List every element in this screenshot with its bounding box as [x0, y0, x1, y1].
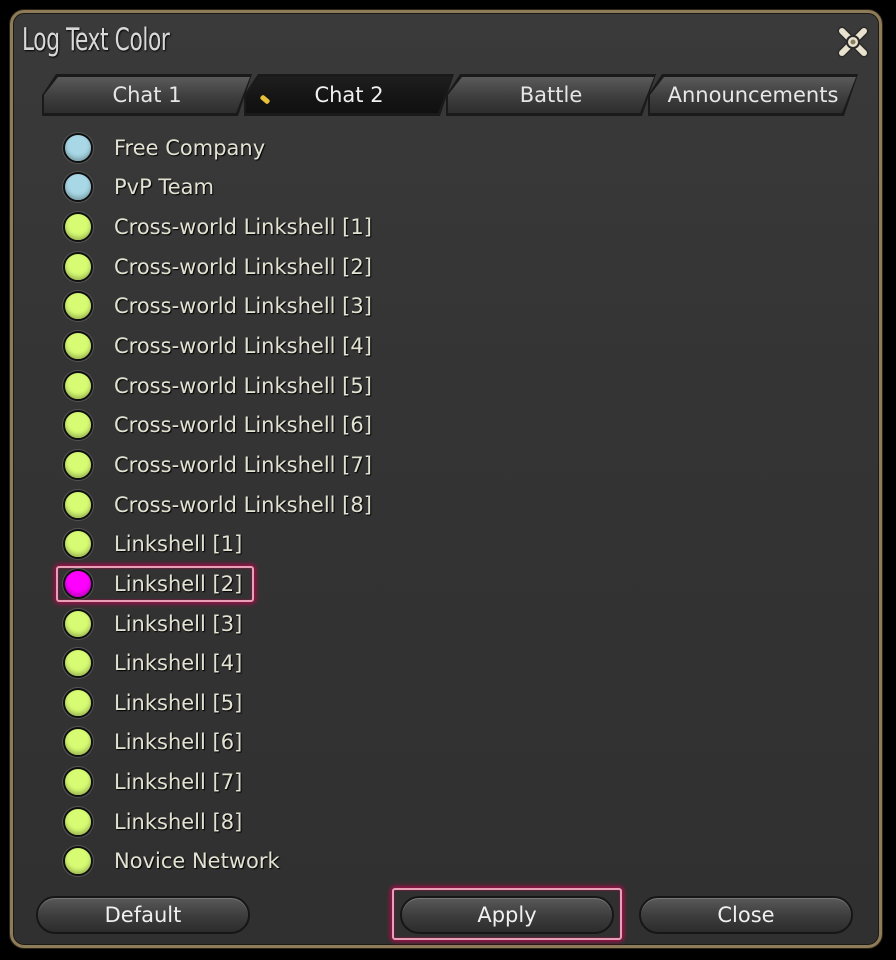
channel-row[interactable]: Cross-world Linkshell [2] — [56, 247, 756, 287]
color-swatch-icon[interactable] — [63, 370, 93, 401]
close-button-label: Close — [717, 903, 775, 927]
channel-row[interactable]: Cross-world Linkshell [3] — [56, 287, 756, 327]
channel-row[interactable]: Cross-world Linkshell [4] — [56, 326, 756, 366]
channel-row[interactable]: Cross-world Linkshell [7] — [56, 445, 756, 485]
channel-row[interactable]: Free Company — [56, 128, 756, 168]
color-swatch-icon[interactable] — [63, 132, 93, 163]
channel-row[interactable]: PvP Team — [56, 168, 756, 208]
channel-label: Linkshell [3] — [114, 611, 243, 636]
channel-label: Cross-world Linkshell [8] — [114, 492, 372, 517]
tab-label: Battle — [519, 83, 583, 107]
channel-row[interactable]: Cross-world Linkshell [8] — [56, 485, 756, 525]
apply-button[interactable]: Apply — [400, 896, 614, 934]
channel-row[interactable]: Linkshell [8] — [56, 802, 756, 842]
channel-row[interactable]: Linkshell [7] — [56, 762, 756, 802]
color-swatch-icon[interactable] — [63, 568, 93, 599]
tab-battle[interactable]: Battle — [448, 77, 654, 113]
channel-label: Linkshell [7] — [114, 770, 243, 795]
close-button[interactable]: Close — [639, 896, 853, 934]
color-swatch-icon[interactable] — [63, 291, 93, 322]
color-swatch-icon[interactable] — [63, 449, 93, 480]
color-swatch-icon[interactable] — [63, 806, 93, 837]
channel-label: Linkshell [2] — [114, 571, 243, 596]
close-x-icon[interactable] — [833, 22, 873, 62]
apply-button-label: Apply — [477, 903, 537, 927]
channel-label: Cross-world Linkshell [5] — [114, 373, 372, 398]
channel-label: Novice Network — [114, 849, 280, 874]
channel-row[interactable]: Cross-world Linkshell [5] — [56, 366, 756, 406]
tab-bar: Chat 1 Chat 2 Battle Announcements — [40, 76, 860, 116]
channel-row[interactable]: Linkshell [3] — [56, 604, 756, 644]
color-swatch-icon[interactable] — [63, 648, 93, 679]
pencil-marker-icon — [260, 94, 271, 104]
channel-row[interactable]: Linkshell [5] — [56, 683, 756, 723]
channel-row[interactable]: Linkshell [1] — [56, 524, 756, 564]
tab-announcements[interactable]: Announcements — [650, 77, 856, 113]
channel-label: Cross-world Linkshell [4] — [114, 334, 372, 359]
channel-label: Linkshell [5] — [114, 690, 243, 715]
channel-label: Linkshell [6] — [114, 730, 243, 755]
channel-row[interactable]: Novice Network — [56, 842, 756, 882]
channel-row[interactable]: Linkshell [6] — [56, 723, 756, 763]
color-swatch-icon[interactable] — [63, 172, 93, 203]
channel-label: Cross-world Linkshell [3] — [114, 294, 372, 319]
channel-label: Cross-world Linkshell [7] — [114, 452, 372, 477]
channel-row[interactable]: Linkshell [4] — [56, 643, 756, 683]
channel-row[interactable]: Cross-world Linkshell [6] — [56, 405, 756, 445]
channel-label: PvP Team — [114, 175, 214, 200]
channel-label: Free Company — [114, 135, 266, 160]
color-swatch-icon[interactable] — [63, 251, 93, 282]
default-button-label: Default — [104, 903, 182, 927]
tab-label: Announcements — [667, 83, 839, 107]
channel-row[interactable]: Cross-world Linkshell [1] — [56, 207, 756, 247]
channel-label: Cross-world Linkshell [6] — [114, 413, 372, 438]
default-button[interactable]: Default — [36, 896, 250, 934]
channel-label: Linkshell [8] — [114, 809, 243, 834]
tab-label: Chat 2 — [314, 83, 384, 107]
channel-label: Cross-world Linkshell [2] — [114, 254, 372, 279]
color-swatch-icon[interactable] — [63, 212, 93, 243]
color-swatch-icon[interactable] — [63, 608, 93, 639]
color-swatch-icon[interactable] — [63, 331, 93, 362]
color-swatch-icon[interactable] — [63, 767, 93, 798]
channel-row[interactable]: Linkshell [2] — [56, 564, 756, 604]
tab-chat-1[interactable]: Chat 1 — [44, 77, 250, 113]
channel-label: Cross-world Linkshell [1] — [114, 215, 372, 240]
tab-label: Chat 1 — [112, 83, 182, 107]
color-swatch-icon[interactable] — [63, 489, 93, 520]
color-swatch-icon[interactable] — [63, 846, 93, 877]
tab-chat-2[interactable]: Chat 2 — [246, 77, 452, 113]
color-swatch-icon[interactable] — [63, 410, 93, 441]
color-swatch-icon[interactable] — [63, 529, 93, 560]
color-swatch-icon[interactable] — [63, 727, 93, 758]
channel-label: Linkshell [1] — [114, 532, 243, 557]
channel-label: Linkshell [4] — [114, 651, 243, 676]
window-title: Log Text Color — [22, 22, 170, 58]
color-swatch-icon[interactable] — [63, 687, 93, 718]
channel-color-list: Free Company PvP Team Cross-world Linkshel… — [56, 128, 756, 881]
